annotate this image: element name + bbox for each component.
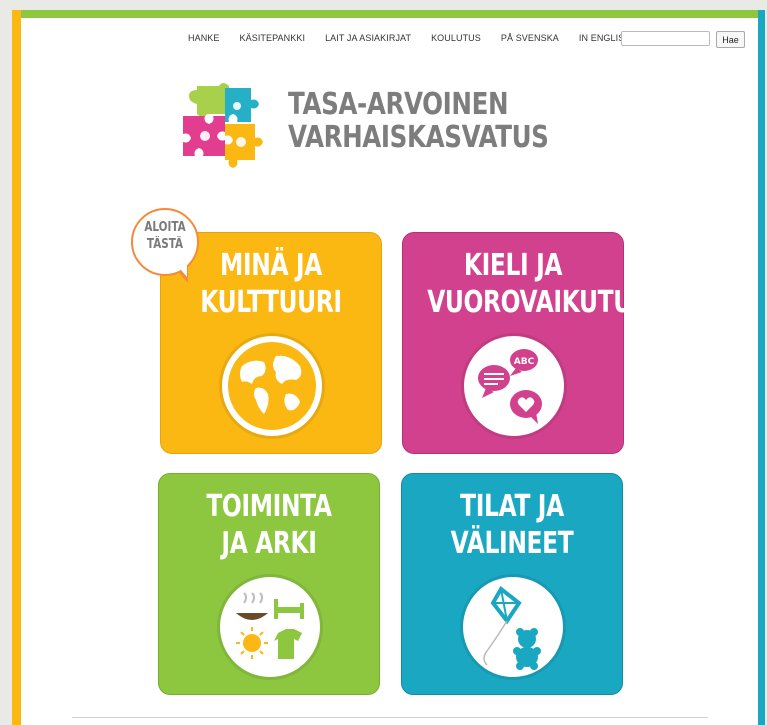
tile-toiminta-ja-arki[interactable]: TOIMINTA JA ARKI xyxy=(158,473,380,695)
abc-label: ABC xyxy=(514,357,535,367)
tile-mina-ja-kulttuuri[interactable]: MINÄ JA KULTTUURI xyxy=(160,232,382,454)
footer-divider xyxy=(72,717,708,718)
tile-title-line-1: MINÄ JA xyxy=(220,248,322,283)
tile-title-line-1: TOIMINTA xyxy=(206,489,332,524)
globe-icon xyxy=(222,336,322,436)
tile-title: KIELI JA VUOROVAIKUTUS xyxy=(403,247,649,321)
top-color-bar xyxy=(12,10,765,18)
site-logo-text[interactable]: TASA-ARVOINEN VARHAISKASVATUS xyxy=(288,87,549,155)
nav-item-pa-svenska[interactable]: PÅ SVENSKA xyxy=(501,33,559,49)
badge-line-1: ALOITA xyxy=(144,220,186,235)
tile-title-line-2: VUOROVAIKUTUS xyxy=(427,285,649,320)
tile-tilat-ja-valineet[interactable]: TILAT JA VÄLINEET xyxy=(401,473,623,695)
left-color-bar xyxy=(12,10,21,725)
tile-title-line-1: KIELI JA xyxy=(463,248,563,283)
search-input[interactable] xyxy=(621,31,710,46)
badge-tail-inner xyxy=(175,263,187,277)
tile-title: TILAT JA VÄLINEET xyxy=(402,488,622,562)
nav-item-koulutus[interactable]: KOULUTUS xyxy=(431,33,481,49)
tile-title-line-2: VÄLINEET xyxy=(450,526,574,561)
main-nav: HANKE KÄSITEPANKKI LAIT JA ASIAKIRJAT KO… xyxy=(188,33,651,49)
tile-title: TOIMINTA JA ARKI xyxy=(159,488,379,562)
tile-kieli-ja-vuorovaikutus[interactable]: KIELI JA VUOROVAIKUTUS ABC xyxy=(402,232,649,454)
page-frame: HANKE KÄSITEPANKKI LAIT JA ASIAKIRJAT KO… xyxy=(12,10,765,725)
badge-line-2: TÄSTÄ xyxy=(146,237,184,252)
tile-title-line-2: JA ARKI xyxy=(221,526,317,561)
daily-life-icon xyxy=(220,577,320,677)
tile-title-line-1: TILAT JA xyxy=(460,489,564,524)
speech-bubbles-icon: ABC xyxy=(464,336,564,436)
logo-line-1: TASA-ARVOINEN xyxy=(288,87,509,122)
nav-item-lait-ja-asiakirjat[interactable]: LAIT JA ASIAKIRJAT xyxy=(325,33,411,49)
logo-line-2: VARHAISKASVATUS xyxy=(288,120,549,155)
puzzle-logo-icon[interactable] xyxy=(177,80,269,172)
start-here-label: ALOITA TÄSTÄ xyxy=(131,219,199,253)
nav-item-kasitepankki[interactable]: KÄSITEPANKKI xyxy=(240,33,306,49)
nav-item-hanke[interactable]: HANKE xyxy=(188,33,220,49)
right-color-bar xyxy=(758,10,765,725)
search-button[interactable]: Hae xyxy=(716,31,745,48)
kite-teddy-icon xyxy=(463,577,563,677)
tile-title-line-2: KULTTUURI xyxy=(200,285,342,320)
